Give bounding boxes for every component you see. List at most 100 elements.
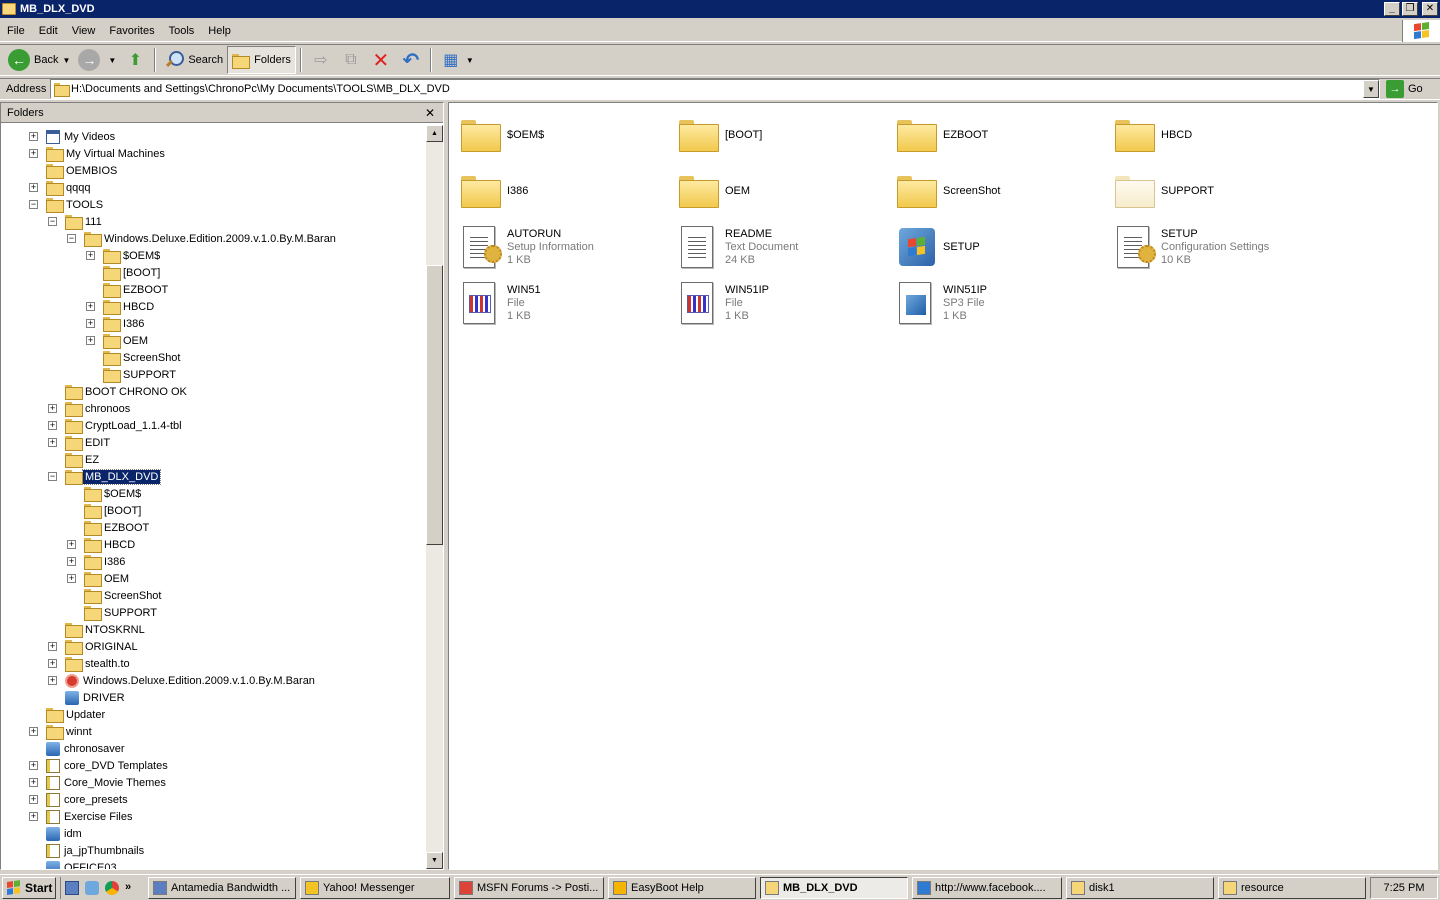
collapse-icon[interactable]: −: [48, 217, 57, 226]
search-button[interactable]: Search: [160, 46, 227, 74]
tree-item[interactable]: EZBOOT: [84, 519, 151, 536]
tree-item[interactable]: EZ: [65, 451, 101, 468]
file-item[interactable]: [BOOT]: [675, 109, 885, 161]
menu-file[interactable]: File: [0, 25, 32, 37]
tree-item[interactable]: + I386: [86, 315, 146, 332]
taskbar-button[interactable]: MSFN Forums -> Posti...: [454, 877, 604, 899]
tree-item[interactable]: ScreenShot: [103, 349, 182, 366]
tree-item[interactable]: + Windows.Deluxe.Edition.2009.v.1.0.By.M.…: [48, 672, 317, 689]
file-item[interactable]: README Text Document 24 KB: [675, 221, 885, 273]
expand-icon[interactable]: +: [86, 251, 95, 260]
folders-button[interactable]: Folders: [227, 46, 296, 74]
tree-item[interactable]: OEMBIOS: [46, 162, 119, 179]
expand-icon[interactable]: +: [67, 557, 76, 566]
menu-edit[interactable]: Edit: [32, 25, 65, 37]
forward-dropdown-icon[interactable]: ▼: [108, 56, 116, 65]
go-button[interactable]: → Go: [1386, 80, 1423, 98]
taskbar-button[interactable]: Yahoo! Messenger: [300, 877, 450, 899]
file-item[interactable]: EZBOOT: [893, 109, 1103, 161]
expand-icon[interactable]: +: [48, 404, 57, 413]
title-bar[interactable]: MB_DLX_DVD _ ❐ ✕: [0, 0, 1440, 18]
collapse-icon[interactable]: −: [67, 234, 76, 243]
tree-item[interactable]: idm: [46, 825, 84, 842]
scroll-down-button[interactable]: ▼: [426, 852, 443, 869]
tree-item[interactable]: + OEM: [86, 332, 150, 349]
tree-item[interactable]: [BOOT]: [103, 264, 162, 281]
expand-icon[interactable]: +: [48, 642, 57, 651]
expand-icon[interactable]: +: [29, 183, 38, 192]
file-item[interactable]: $OEM$: [457, 109, 667, 161]
tree-item[interactable]: + EDIT: [48, 434, 112, 451]
tree-item[interactable]: + HBCD: [67, 536, 137, 553]
undo-button[interactable]: ↶: [396, 46, 426, 74]
tree-item[interactable]: + OEM: [67, 570, 131, 587]
expand-icon[interactable]: +: [86, 336, 95, 345]
tree-item[interactable]: + winnt: [29, 723, 94, 740]
expand-icon[interactable]: +: [67, 574, 76, 583]
forward-button[interactable]: → ▼: [74, 46, 120, 74]
tree-item[interactable]: + HBCD: [86, 298, 156, 315]
tree-item[interactable]: + Exercise Files: [29, 808, 134, 825]
tree-item[interactable]: + $OEM$: [86, 247, 162, 264]
taskbar-button[interactable]: resource: [1218, 877, 1366, 899]
tree-item[interactable]: chronosaver: [46, 740, 127, 757]
quick-launch-chevron-icon[interactable]: »: [125, 881, 135, 895]
tree-item[interactable]: Updater: [46, 706, 107, 723]
tree-item-selected[interactable]: − MB_DLX_DVD: [48, 468, 162, 485]
expand-icon[interactable]: +: [29, 795, 38, 804]
folder-tree[interactable]: + My Videos + My Virtual Machines OEMBIOS + qq…: [1, 125, 426, 869]
tree-item[interactable]: + My Virtual Machines: [29, 145, 167, 162]
file-item[interactable]: OEM: [675, 165, 885, 217]
tree-item[interactable]: + stealth.to: [48, 655, 132, 672]
file-item[interactable]: SETUP Configuration Settings 10 KB: [1111, 221, 1321, 273]
tree-item[interactable]: + core_presets: [29, 791, 130, 808]
tree-item[interactable]: NTOSKRNL: [65, 621, 147, 638]
expand-icon[interactable]: +: [29, 812, 38, 821]
menu-tools[interactable]: Tools: [162, 25, 202, 37]
address-dropdown-button[interactable]: ▼: [1363, 80, 1379, 98]
expand-icon[interactable]: +: [48, 676, 57, 685]
expand-icon[interactable]: +: [29, 727, 38, 736]
copy-to-button[interactable]: ⧉: [336, 46, 366, 74]
expand-icon[interactable]: +: [29, 778, 38, 787]
scroll-up-button[interactable]: ▲: [426, 125, 443, 142]
file-item[interactable]: SETUP: [893, 221, 1103, 273]
taskbar-button[interactable]: disk1: [1066, 877, 1214, 899]
file-item[interactable]: ScreenShot: [893, 165, 1103, 217]
tree-item[interactable]: EZBOOT: [103, 281, 170, 298]
tree-item[interactable]: + chronoos: [48, 400, 132, 417]
up-folder-button[interactable]: ⬆: [120, 46, 150, 74]
tree-item[interactable]: + Core_Movie Themes: [29, 774, 168, 791]
taskbar-button[interactable]: MB_DLX_DVD: [760, 877, 908, 899]
close-button[interactable]: ✕: [1422, 2, 1438, 16]
menu-help[interactable]: Help: [201, 25, 238, 37]
tree-item[interactable]: − 111: [48, 213, 104, 230]
chrome-icon[interactable]: [105, 880, 119, 895]
expand-icon[interactable]: +: [29, 761, 38, 770]
file-list-pane[interactable]: $OEM$ [BOOT] EZBOOT HBCD I386 OEM ScreenShot SU…: [448, 102, 1438, 870]
expand-icon[interactable]: +: [29, 132, 38, 141]
file-item[interactable]: AUTORUN Setup Information 1 KB: [457, 221, 667, 273]
file-item[interactable]: WIN51IP SP3 File 1 KB: [893, 277, 1103, 329]
file-item[interactable]: I386: [457, 165, 667, 217]
views-dropdown-icon[interactable]: ▼: [466, 56, 474, 65]
collapse-icon[interactable]: −: [48, 472, 57, 481]
file-item[interactable]: WIN51IP File 1 KB: [675, 277, 885, 329]
folders-pane-close-icon[interactable]: ✕: [425, 106, 435, 120]
tree-item[interactable]: SUPPORT: [103, 366, 178, 383]
taskbar-button[interactable]: http://www.facebook....: [912, 877, 1062, 899]
tree-item[interactable]: + I386: [67, 553, 127, 570]
expand-icon[interactable]: +: [29, 149, 38, 158]
tree-item[interactable]: ja_jpThumbnails: [46, 842, 146, 859]
menu-favorites[interactable]: Favorites: [102, 25, 161, 37]
start-button[interactable]: Start: [2, 876, 56, 899]
tree-item[interactable]: [BOOT]: [84, 502, 143, 519]
taskbar-button[interactable]: Antamedia Bandwidth ...: [148, 877, 296, 899]
views-button[interactable]: ▦ ▼: [436, 46, 478, 74]
taskbar-button[interactable]: EasyBoot Help: [608, 877, 756, 899]
tree-item[interactable]: OFFICE03: [46, 859, 119, 869]
expand-icon[interactable]: +: [48, 659, 57, 668]
tree-item[interactable]: $OEM$: [84, 485, 143, 502]
expand-icon[interactable]: +: [48, 421, 57, 430]
menu-view[interactable]: View: [65, 25, 103, 37]
